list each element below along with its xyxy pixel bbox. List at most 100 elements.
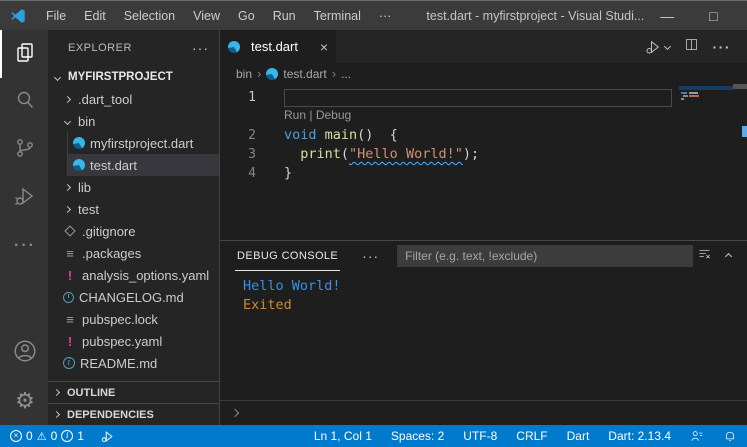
tree-file-pubspec-yaml[interactable]: ! pubspec.yaml [48, 330, 219, 352]
indentation-status[interactable]: Spaces: 2 [391, 429, 444, 443]
explorer-more-actions[interactable]: ··· [192, 40, 209, 56]
menu-run[interactable]: Run [264, 1, 305, 30]
language-mode-status[interactable]: Dart [567, 429, 590, 443]
minimap-mark [681, 92, 687, 94]
info-file-icon: i [63, 357, 75, 369]
status-bar: × 0 ⚠ 0 i 1 Ln 1, Col 1 Spaces: 2 UTF-8 … [0, 425, 747, 447]
dart-file-icon [228, 40, 240, 53]
tree-item-label: analysis_options.yaml [82, 267, 210, 283]
menu-overflow[interactable]: ··· [370, 1, 401, 30]
console-output: Hello World! Exited [220, 271, 747, 400]
minimize-button[interactable]: — [644, 1, 690, 30]
window-title: test.dart - myfirstproject - Visual Stud… [426, 8, 645, 23]
encoding-status[interactable]: UTF-8 [463, 429, 497, 443]
dependencies-section[interactable]: DEPENDENCIES [48, 403, 219, 425]
tree-file-gitignore[interactable]: .gitignore [48, 220, 219, 242]
dart-sdk-status[interactable]: Dart: 2.13.4 [608, 429, 671, 443]
outline-section[interactable]: OUTLINE [48, 381, 219, 403]
minimap-current-line [679, 86, 733, 90]
chevron-up-icon[interactable] [724, 252, 733, 260]
breadcrumb-file[interactable]: test.dart [283, 67, 326, 81]
bell-icon [726, 431, 734, 442]
tree-file-packages[interactable]: ≡ .packages [48, 242, 219, 264]
tree-item-label: .gitignore [82, 223, 136, 239]
menu-view[interactable]: View [184, 1, 229, 30]
activity-source-control-button[interactable] [0, 126, 48, 174]
git-file-icon [64, 225, 76, 237]
code-editor[interactable]: 1 Run | Debug 2 void main() { 3 print("H… [220, 84, 747, 240]
tab-close-icon[interactable]: × [320, 39, 328, 55]
tree-file-test-dart[interactable]: test.dart [68, 154, 219, 176]
run-or-debug-button[interactable] [644, 38, 671, 56]
editor-more-actions-button[interactable]: ··· [713, 39, 732, 55]
debug-status-button[interactable] [100, 429, 115, 444]
tab-debug-console[interactable]: DEBUG CONSOLE [235, 241, 341, 271]
menu-file[interactable]: File [37, 1, 75, 30]
git-branch-icon [13, 136, 37, 165]
console-filter-input[interactable] [397, 245, 694, 267]
scrollbar-slider[interactable] [733, 84, 747, 89]
clear-console-button[interactable] [697, 246, 712, 266]
notifications-button[interactable] [723, 429, 737, 443]
code-line-4: } [284, 165, 293, 181]
search-icon [13, 88, 37, 117]
tree-file-readme[interactable]: i README.md [48, 352, 219, 374]
minimap-mark [689, 92, 698, 94]
dart-file-icon [266, 67, 279, 80]
account-button[interactable] [0, 329, 48, 377]
tree-file-analysis-options[interactable]: ! analysis_options.yaml [48, 264, 219, 286]
menu-selection[interactable]: Selection [115, 1, 184, 30]
chevron-right-icon [52, 388, 61, 397]
string-with-info-squiggle: "Hello World!" [349, 146, 463, 162]
tree-file-myfirstproject-dart[interactable]: myfirstproject.dart [68, 132, 219, 154]
menu-go[interactable]: Go [229, 1, 264, 30]
more-views-icon: ··· [14, 237, 36, 254]
codelens: Run | Debug [220, 107, 747, 126]
chevron-right-icon [63, 183, 72, 191]
panel-more-actions[interactable]: ··· [362, 248, 379, 264]
menu-edit[interactable]: Edit [75, 1, 115, 30]
files-icon [13, 40, 37, 69]
activity-more-views-button[interactable]: ··· [0, 222, 48, 270]
tree-folder-test[interactable]: test [48, 198, 219, 220]
minimap[interactable] [679, 86, 733, 156]
feedback-icon [691, 431, 703, 441]
tree-folder-lib[interactable]: lib [48, 176, 219, 198]
breadcrumb-bin[interactable]: bin [236, 67, 252, 81]
tree-item-label: README.md [80, 355, 158, 371]
tree-item-label: CHANGELOG.md [79, 289, 184, 305]
codelens-separator: | [306, 108, 316, 122]
maximize-button[interactable]: □ [690, 1, 736, 30]
settings-button[interactable]: ⚙ [0, 377, 48, 425]
tree-item-label: test [78, 201, 99, 217]
debug-status-icon [101, 430, 113, 442]
activity-search-button[interactable] [0, 78, 48, 126]
chevron-down-icon [663, 42, 671, 51]
codelens-debug-link[interactable]: Debug [316, 108, 351, 122]
breadcrumb-symbol[interactable]: ... [341, 67, 351, 81]
tree-folder-dart-tool[interactable]: .dart_tool [48, 88, 219, 110]
menu-terminal[interactable]: Terminal [305, 1, 370, 30]
split-editor-button[interactable] [684, 37, 699, 57]
breadcrumb-separator: › [331, 66, 337, 81]
line-number: 4 [248, 166, 256, 181]
activity-run-debug-button[interactable] [0, 174, 48, 222]
close-button[interactable]: × [736, 1, 747, 30]
cursor-position-status[interactable]: Ln 1, Col 1 [314, 429, 372, 443]
tree-root-myfirstproject[interactable]: MYFIRSTPROJECT [48, 66, 219, 88]
feedback-button[interactable] [690, 429, 704, 443]
tree-folder-bin[interactable]: bin [48, 110, 219, 132]
problems-status[interactable]: × 0 ⚠ 0 i 1 [10, 429, 84, 443]
title-bar: File Edit Selection View Go Run Terminal… [0, 0, 747, 30]
tab-test-dart[interactable]: test.dart × [220, 30, 336, 63]
tree-item-label: pubspec.yaml [82, 333, 163, 349]
tree-file-pubspec-lock[interactable]: ≡ pubspec.lock [48, 308, 219, 330]
activity-explorer-button[interactable] [0, 30, 48, 78]
console-input-row[interactable] [220, 400, 747, 425]
overview-ruler[interactable] [733, 84, 747, 240]
error-count: 0 [26, 429, 33, 443]
tab-bar: test.dart × ··· [220, 30, 747, 63]
tree-file-changelog[interactable]: CHANGELOG.md [48, 286, 219, 308]
codelens-run-link[interactable]: Run [284, 108, 306, 122]
eol-status[interactable]: CRLF [516, 429, 547, 443]
